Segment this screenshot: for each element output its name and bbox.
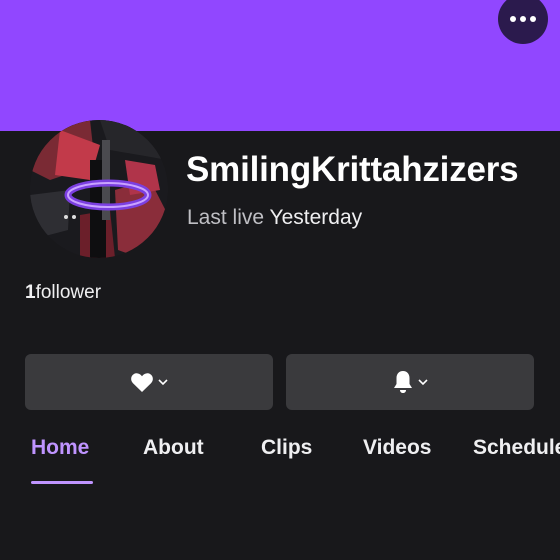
follow-button[interactable] [25, 354, 273, 410]
tab-clips[interactable]: Clips [261, 436, 312, 460]
chevron-down-icon [158, 378, 168, 386]
channel-tabs: Home About Clips Videos Schedule [0, 436, 560, 492]
heart-icon [131, 373, 153, 392]
channel-banner [0, 0, 560, 131]
channel-avatar[interactable] [30, 120, 168, 258]
more-horizontal-icon [510, 16, 516, 22]
tab-schedule[interactable]: Schedule [473, 436, 560, 460]
tab-about[interactable]: About [143, 436, 204, 460]
last-live-status: Last live Yesterday [187, 206, 362, 230]
avatar-image [30, 120, 168, 258]
follower-number: 1 [25, 282, 36, 303]
channel-name: SmilingKrittahzizers [186, 150, 519, 189]
follower-label: follower [35, 282, 102, 303]
last-live-label: Last live [187, 206, 265, 229]
follower-count: 1follower [25, 282, 101, 304]
tab-home[interactable]: Home [31, 436, 89, 460]
tab-videos[interactable]: Videos [363, 436, 431, 460]
active-tab-indicator [31, 481, 93, 484]
bell-icon [394, 371, 412, 393]
last-live-value: Yesterday [269, 206, 363, 229]
chevron-down-icon [418, 378, 428, 386]
notifications-button[interactable] [286, 354, 534, 410]
